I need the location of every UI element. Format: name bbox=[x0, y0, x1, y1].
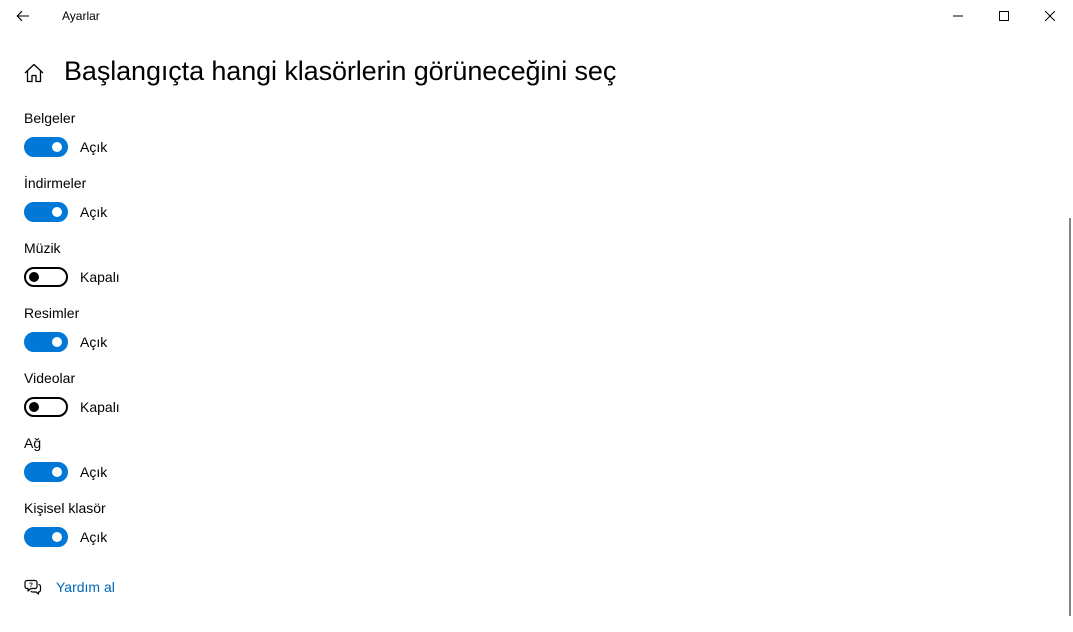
toggle-knob bbox=[52, 337, 62, 347]
toggle-state-text: Açık bbox=[80, 529, 108, 545]
setting-row: İndirmeler Açık bbox=[24, 175, 424, 235]
toggle-switch[interactable] bbox=[24, 527, 68, 547]
toggle-switch[interactable] bbox=[24, 462, 68, 482]
setting-label: Belgeler bbox=[24, 110, 76, 126]
toggle-state-text: Açık bbox=[80, 334, 108, 350]
toggle-switch[interactable] bbox=[24, 202, 68, 222]
back-arrow-icon bbox=[16, 10, 29, 22]
title-bar: Ayarlar bbox=[0, 0, 1073, 32]
toggle-state-text: Kapalı bbox=[80, 269, 120, 285]
toggle-state-text: Açık bbox=[80, 204, 108, 220]
toggle-knob bbox=[29, 402, 39, 412]
toggle-knob bbox=[52, 207, 62, 217]
help-chat-icon[interactable]: ? bbox=[24, 578, 42, 596]
setting-label: Videolar bbox=[24, 370, 76, 386]
toggle-switch[interactable] bbox=[24, 267, 68, 287]
setting-row: Müzik Kapalı bbox=[24, 240, 424, 300]
home-icon bbox=[24, 63, 44, 83]
toggle-state-text: Açık bbox=[80, 464, 108, 480]
help-link[interactable]: Yardım al bbox=[56, 579, 115, 595]
close-icon bbox=[1045, 11, 1055, 21]
maximize-icon bbox=[999, 11, 1009, 21]
page-title: Başlangıçta hangi klasörlerin görüneceği… bbox=[64, 56, 617, 86]
setting-label: Kişisel klasör bbox=[24, 500, 106, 516]
settings-window: Ayarlar Başlangıçta hangi klasörlerin gö… bbox=[0, 0, 1073, 632]
setting-row: Resimler Açık bbox=[24, 305, 424, 365]
setting-row: Ağ Açık bbox=[24, 435, 424, 495]
app-title: Ayarlar bbox=[62, 9, 100, 23]
toggle-switch[interactable] bbox=[24, 137, 68, 157]
toggle-knob bbox=[52, 467, 62, 477]
toggle-knob bbox=[29, 272, 39, 282]
toggle-knob bbox=[52, 142, 62, 152]
svg-text:?: ? bbox=[29, 582, 33, 589]
toggle-knob bbox=[52, 532, 62, 542]
minimize-button[interactable] bbox=[935, 0, 981, 32]
minimize-icon bbox=[953, 15, 963, 17]
scrollbar[interactable] bbox=[1069, 218, 1071, 616]
setting-label: Resimler bbox=[24, 305, 80, 321]
setting-label: İndirmeler bbox=[24, 175, 87, 191]
toggle-switch[interactable] bbox=[24, 397, 68, 417]
setting-label: Müzik bbox=[24, 240, 61, 256]
toggle-state-text: Açık bbox=[80, 139, 108, 155]
back-button[interactable] bbox=[0, 0, 46, 32]
setting-row: Kişisel klasör Açık bbox=[24, 500, 424, 560]
close-button[interactable] bbox=[1027, 0, 1073, 32]
home-button[interactable] bbox=[22, 61, 46, 85]
maximize-button[interactable] bbox=[981, 0, 1027, 32]
setting-row: Belgeler Açık bbox=[24, 110, 424, 170]
setting-row: Videolar Kapalı bbox=[24, 370, 424, 430]
toggle-state-text: Kapalı bbox=[80, 399, 120, 415]
setting-label: Ağ bbox=[24, 435, 42, 451]
toggle-switch[interactable] bbox=[24, 332, 68, 352]
